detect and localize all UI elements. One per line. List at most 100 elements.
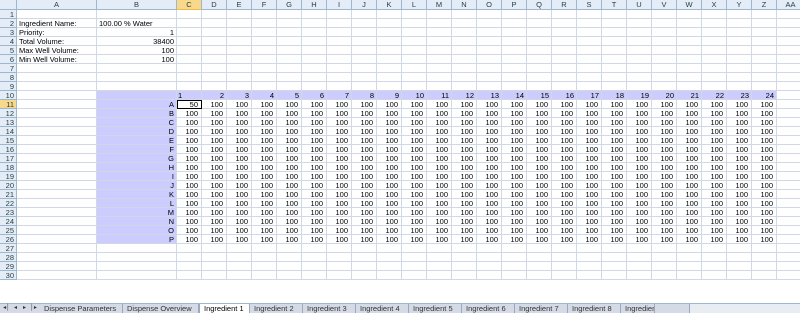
grid-cell[interactable] — [727, 19, 752, 28]
plate-well-value[interactable]: 100 — [552, 190, 577, 199]
grid-cell[interactable] — [227, 10, 252, 19]
plate-well-value[interactable]: 100 — [477, 136, 502, 145]
column-header-d[interactable]: D — [202, 0, 227, 10]
plate-well-value[interactable]: 100 — [402, 172, 427, 181]
plate-well-value[interactable]: 100 — [252, 181, 277, 190]
grid-cell[interactable] — [202, 46, 227, 55]
sheet-tab-ingredient-7[interactable]: Ingredient 7 — [515, 304, 568, 313]
sheet-tab-ingredient-3[interactable]: Ingredient 3 — [303, 304, 356, 313]
grid-cell[interactable] — [502, 73, 527, 82]
grid-cell[interactable] — [17, 190, 97, 199]
grid-cell[interactable] — [202, 64, 227, 73]
grid-cell[interactable] — [352, 28, 377, 37]
grid-cell[interactable] — [752, 244, 777, 253]
plate-well-value[interactable]: 100 — [752, 100, 777, 109]
plate-well-value[interactable]: 100 — [277, 181, 302, 190]
grid-cell[interactable] — [427, 73, 452, 82]
plate-well-value[interactable]: 100 — [627, 145, 652, 154]
row-header-27[interactable]: 27 — [0, 244, 17, 253]
grid-cell[interactable] — [252, 46, 277, 55]
plate-well-value[interactable]: 100 — [527, 199, 552, 208]
grid-cell[interactable] — [627, 46, 652, 55]
grid-cell[interactable] — [17, 109, 97, 118]
grid-cell[interactable] — [777, 46, 800, 55]
plate-well-value[interactable]: 100 — [227, 199, 252, 208]
plate-well-value[interactable]: 100 — [527, 163, 552, 172]
plate-well-value[interactable]: 100 — [352, 235, 377, 244]
grid-cell[interactable] — [777, 82, 800, 91]
plate-well-value[interactable]: 100 — [177, 199, 202, 208]
plate-well-value[interactable]: 100 — [502, 181, 527, 190]
grid-cell[interactable] — [17, 226, 97, 235]
grid-cell[interactable] — [352, 82, 377, 91]
grid-cell[interactable] — [702, 253, 727, 262]
grid-cell[interactable] — [577, 46, 602, 55]
plate-well-value[interactable]: 100 — [727, 145, 752, 154]
sheet-tab-ingredien[interactable]: Ingredien — [621, 304, 655, 313]
grid-cell[interactable] — [452, 10, 477, 19]
plate-well-value[interactable]: 100 — [602, 208, 627, 217]
grid-cell[interactable] — [627, 37, 652, 46]
grid-cell[interactable] — [17, 10, 97, 19]
plate-well-value[interactable]: 100 — [527, 226, 552, 235]
grid-cell[interactable] — [477, 19, 502, 28]
grid-cell[interactable] — [602, 262, 627, 271]
grid-cell[interactable] — [777, 262, 800, 271]
plate-well-value[interactable]: 100 — [502, 109, 527, 118]
plate-well-value[interactable]: 100 — [452, 199, 477, 208]
grid-cell[interactable] — [627, 271, 652, 280]
grid-cell[interactable] — [502, 46, 527, 55]
plate-well-value[interactable]: 100 — [202, 154, 227, 163]
plate-well-value[interactable]: 100 — [702, 181, 727, 190]
plate-well-value[interactable]: 100 — [527, 235, 552, 244]
grid-cell[interactable] — [252, 37, 277, 46]
plate-well-value[interactable]: 100 — [227, 181, 252, 190]
plate-well-value[interactable]: 100 — [527, 217, 552, 226]
grid-cell[interactable] — [402, 253, 427, 262]
grid-cell[interactable] — [702, 64, 727, 73]
plate-well-value[interactable]: 100 — [552, 118, 577, 127]
plate-well-value[interactable]: 100 — [302, 226, 327, 235]
plate-well-value[interactable]: 100 — [602, 199, 627, 208]
grid-cell[interactable] — [702, 19, 727, 28]
row-header-30[interactable]: 30 — [0, 271, 17, 280]
row-header-10[interactable]: 10 — [0, 91, 17, 100]
column-header-u[interactable]: U — [627, 0, 652, 10]
plate-well-value[interactable]: 100 — [177, 118, 202, 127]
grid-cell[interactable] — [752, 28, 777, 37]
plate-well-value[interactable]: 100 — [277, 145, 302, 154]
grid-cell[interactable] — [577, 253, 602, 262]
plate-well-value[interactable]: 100 — [352, 154, 377, 163]
plate-well-value[interactable]: 100 — [352, 145, 377, 154]
grid-cell[interactable] — [777, 217, 800, 226]
grid-cell[interactable] — [727, 262, 752, 271]
plate-well-value[interactable]: 100 — [702, 118, 727, 127]
plate-well-value[interactable]: 100 — [652, 109, 677, 118]
plate-well-value[interactable]: 100 — [652, 127, 677, 136]
plate-well-value[interactable]: 100 — [327, 109, 352, 118]
plate-well-value[interactable]: 100 — [502, 136, 527, 145]
plate-well-value[interactable]: 100 — [302, 235, 327, 244]
plate-well-value[interactable]: 100 — [502, 154, 527, 163]
plate-well-value[interactable]: 100 — [627, 217, 652, 226]
grid-cell[interactable] — [377, 37, 402, 46]
grid-cell[interactable] — [17, 181, 97, 190]
grid-cell[interactable] — [302, 64, 327, 73]
grid-cell[interactable] — [552, 271, 577, 280]
grid-cell[interactable] — [302, 37, 327, 46]
plate-well-value[interactable]: 100 — [252, 100, 277, 109]
plate-well-value[interactable]: 100 — [602, 127, 627, 136]
plate-well-value[interactable]: 100 — [627, 172, 652, 181]
plate-well-value[interactable]: 100 — [627, 109, 652, 118]
grid-cell[interactable] — [777, 100, 800, 109]
grid-cell[interactable] — [97, 91, 177, 100]
plate-well-value[interactable]: 100 — [577, 100, 602, 109]
grid-cell[interactable] — [17, 172, 97, 181]
grid-cell[interactable] — [352, 271, 377, 280]
grid-cell[interactable] — [352, 262, 377, 271]
plate-well-value[interactable]: 100 — [252, 190, 277, 199]
grid-cell[interactable] — [402, 28, 427, 37]
grid-cell[interactable] — [402, 46, 427, 55]
grid-cell[interactable] — [702, 244, 727, 253]
plate-well-value[interactable]: 100 — [652, 181, 677, 190]
